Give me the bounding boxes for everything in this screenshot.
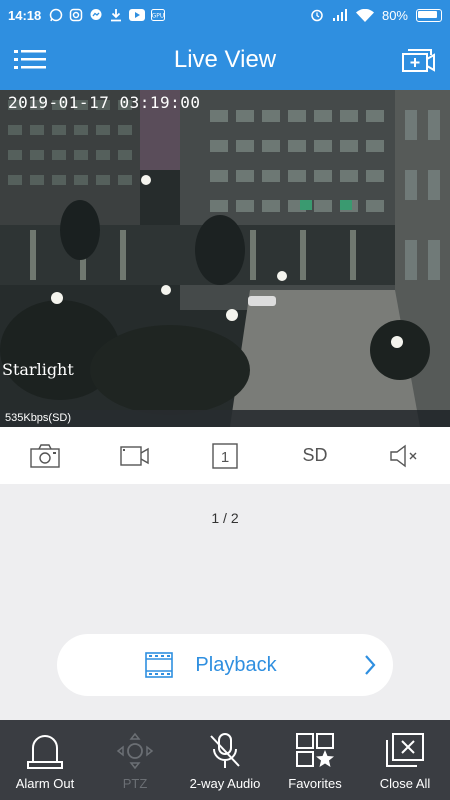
playback-button[interactable]: Playback bbox=[57, 634, 393, 696]
mute-icon bbox=[390, 444, 417, 467]
close-all-icon bbox=[386, 733, 424, 767]
page-title: Live View bbox=[173, 46, 277, 73]
wifi-icon bbox=[355, 8, 374, 22]
camera-icon bbox=[30, 443, 60, 468]
bitrate-indicator: 535Kbps(SD) bbox=[0, 410, 450, 427]
add-camera-icon[interactable] bbox=[402, 45, 436, 75]
video-timestamp: 2019-01-17 03:19:00 bbox=[8, 93, 201, 112]
mic-off-icon bbox=[210, 733, 240, 768]
alarm-out-button[interactable]: Alarm Out bbox=[0, 720, 90, 800]
playback-label: Playback bbox=[195, 653, 277, 676]
single-view-number: 1 bbox=[221, 449, 229, 466]
alarm-icon bbox=[311, 9, 323, 22]
page-indicator: 1 / 2 bbox=[211, 510, 239, 526]
live-video-view[interactable]: 2019-01-17 03:19:00 Starlight 535Kbps(SD… bbox=[0, 90, 450, 427]
favorites-label: Favorites bbox=[288, 776, 342, 791]
favorites-button[interactable]: Favorites bbox=[270, 720, 360, 800]
alarm-out-label: Alarm Out bbox=[15, 776, 75, 791]
battery-percent: 80% bbox=[381, 7, 408, 23]
ptz-label: PTZ bbox=[122, 776, 148, 791]
system-icons: 80% bbox=[310, 8, 442, 23]
svg-text:GPU: GPU bbox=[152, 13, 165, 20]
download-icon bbox=[111, 9, 122, 22]
sd-label: SD bbox=[302, 445, 328, 465]
record-button[interactable] bbox=[90, 427, 180, 484]
mute-button[interactable] bbox=[360, 427, 450, 484]
ptz-icon bbox=[116, 732, 154, 770]
bottom-bar: Alarm Out PTZ 2-way Audio Favorites Clos… bbox=[0, 720, 450, 800]
stream-quality-button[interactable]: SD bbox=[270, 427, 360, 484]
two-way-audio-label: 2-way Audio bbox=[189, 776, 261, 791]
status-bar: 14:18 GPU 80% bbox=[0, 0, 450, 30]
ptz-button[interactable]: PTZ bbox=[90, 720, 180, 800]
notification-icons: GPU bbox=[49, 8, 166, 22]
alarm-light-icon bbox=[27, 735, 63, 769]
instagram-icon bbox=[70, 8, 83, 22]
favorites-icon bbox=[296, 733, 334, 767]
video-overlay-label: Starlight bbox=[2, 360, 74, 379]
messenger-icon bbox=[90, 9, 102, 20]
two-way-audio-button[interactable]: 2-way Audio bbox=[180, 720, 270, 800]
status-time: 14:18 bbox=[8, 7, 42, 23]
app-bar: Live View bbox=[0, 30, 450, 90]
single-view-button[interactable]: 1 bbox=[180, 427, 270, 484]
youtube-icon bbox=[129, 9, 146, 21]
record-icon bbox=[120, 445, 149, 466]
battery-icon bbox=[416, 8, 442, 22]
film-icon bbox=[145, 652, 173, 678]
live-toolbar: 1 SD bbox=[0, 427, 450, 484]
single-view-icon: 1 bbox=[212, 442, 238, 469]
signal-icon bbox=[332, 9, 347, 21]
app-icon: GPU bbox=[151, 9, 166, 21]
whatsapp-icon bbox=[50, 8, 63, 22]
close-all-button[interactable]: Close All bbox=[360, 720, 450, 800]
snapshot-button[interactable] bbox=[0, 427, 90, 484]
chevron-right-icon bbox=[365, 655, 376, 675]
close-all-label: Close All bbox=[379, 776, 431, 791]
